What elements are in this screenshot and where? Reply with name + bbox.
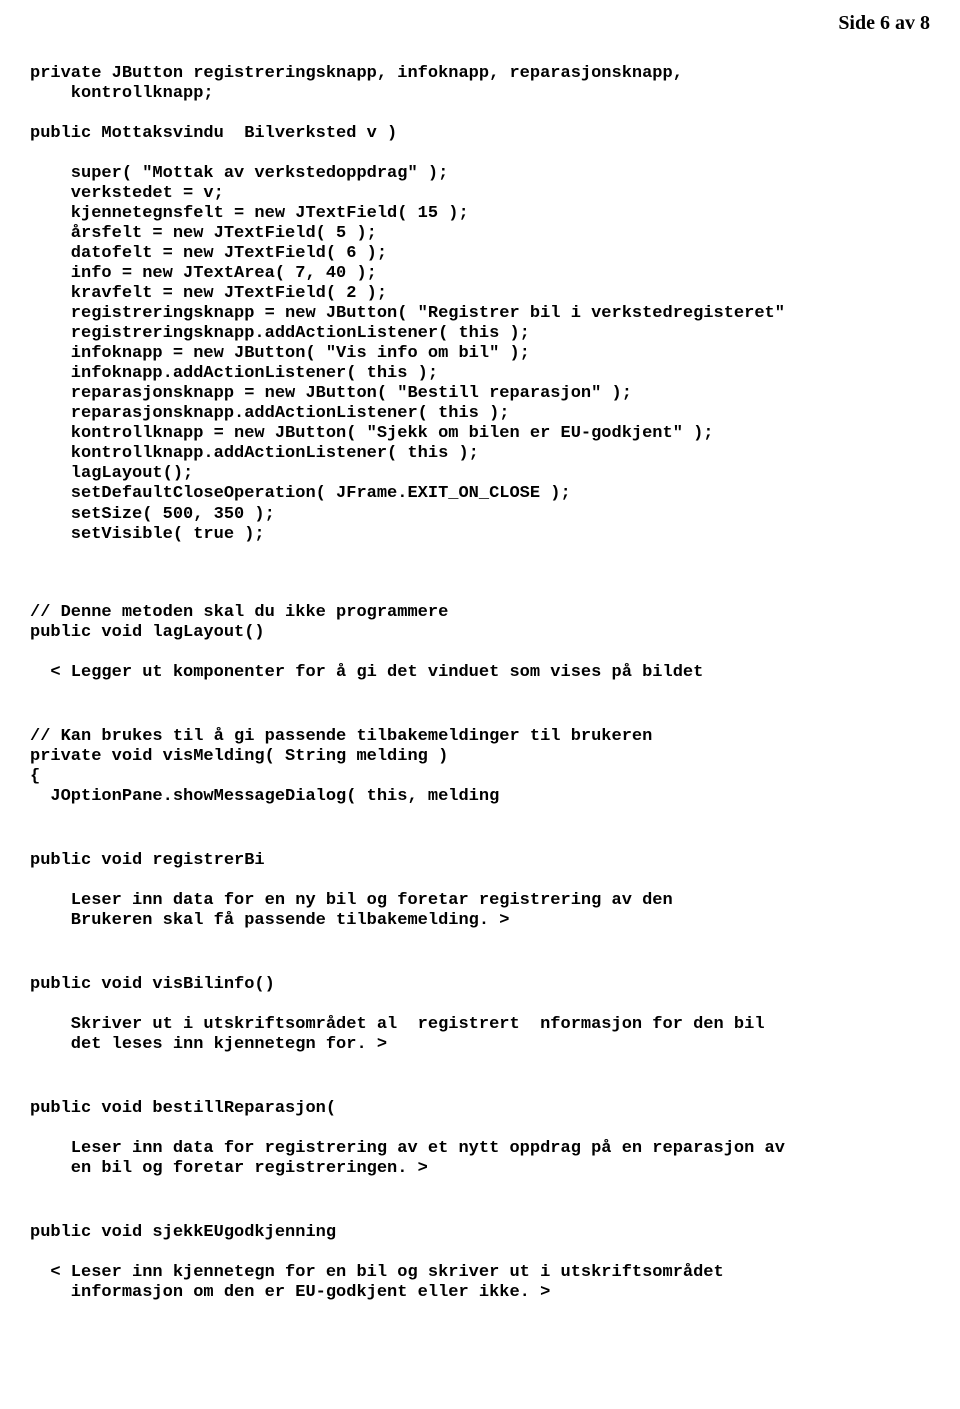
code-block-visbilinfo-body: Skriver ut i utskriftsområdet al registr… xyxy=(30,1015,930,1055)
code-block-visbilinfo-header: public void visBilinfo() xyxy=(30,975,930,995)
code-block-laglayout-header: // Denne metoden skal du ikke programmer… xyxy=(30,603,930,643)
code-block-laglayout-body: < Legger ut komponenter for å gi det vin… xyxy=(30,663,930,683)
code-block-constructor-body: super( "Mottak av verkstedoppdrag" ); ve… xyxy=(30,164,930,545)
code-block-bestillreparasjon-header: public void bestillReparasjon( xyxy=(30,1099,930,1119)
code-block-sjekkeu-header: public void sjekkEUgodkjenning xyxy=(30,1223,930,1243)
code-block-bestillreparasjon-body: Leser inn data for registrering av et ny… xyxy=(30,1139,930,1179)
page-header: Side 6 av 8 xyxy=(30,12,930,36)
code-block-sjekkeu-body: < Leser inn kjennetegn for en bil og skr… xyxy=(30,1263,930,1303)
code-block-declarations: private JButton registreringsknapp, info… xyxy=(30,64,930,104)
code-block-constructor-signature: public Mottaksvindu Bilverksted v ) xyxy=(30,124,930,144)
code-block-vismelding: // Kan brukes til å gi passende tilbakem… xyxy=(30,727,930,807)
code-block-registrerbi-header: public void registrerBi xyxy=(30,851,930,871)
code-block-registrerbi-body: Leser inn data for en ny bil og foretar … xyxy=(30,891,930,931)
